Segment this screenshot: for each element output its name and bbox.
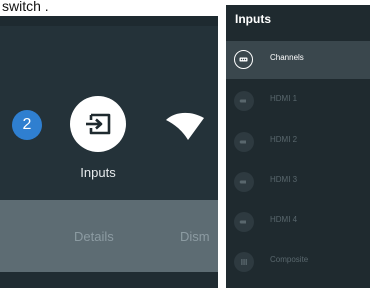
composite-icon xyxy=(234,252,254,272)
input-item-hdmi-2[interactable]: HDMI 2 xyxy=(226,123,370,161)
channels-icon xyxy=(234,50,253,69)
input-item-channels[interactable]: Channels xyxy=(226,41,370,79)
app-logo-icon xyxy=(166,112,204,140)
hdmi-icon xyxy=(234,91,254,111)
input-item-hdmi-4[interactable]: HDMI 4 xyxy=(226,203,370,241)
app-tile[interactable] xyxy=(160,100,208,148)
input-item-hdmi-3[interactable]: HDMI 3 xyxy=(226,163,370,201)
input-item-label: HDMI 2 xyxy=(270,135,298,144)
input-item-hdmi-1[interactable]: HDMI 1 xyxy=(226,82,370,120)
inputs-button[interactable] xyxy=(70,96,126,152)
input-item-label: HDMI 4 xyxy=(270,215,298,224)
input-item-label: Channels xyxy=(270,53,304,62)
inputs-label: Inputs xyxy=(80,165,116,180)
input-item-composite[interactable]: Composite xyxy=(226,243,370,281)
hdmi-icon xyxy=(234,132,254,152)
top-shade xyxy=(0,16,218,26)
input-item-label: Composite xyxy=(270,255,309,264)
hdmi-icon xyxy=(234,172,254,192)
bottom-strip xyxy=(0,272,218,288)
details-button[interactable]: Details xyxy=(74,229,114,244)
notification-badge[interactable]: 2 xyxy=(12,110,42,140)
action-bar: Details Dism xyxy=(0,200,218,272)
input-source-icon xyxy=(86,113,111,135)
input-item-label: HDMI 3 xyxy=(270,175,298,184)
caption-text: switch . xyxy=(2,0,49,14)
input-item-label: HDMI 1 xyxy=(270,94,298,103)
dismiss-button[interactable]: Dism xyxy=(180,229,210,244)
home-screen: 2 Inputs Details Dism xyxy=(0,16,218,288)
hdmi-icon xyxy=(234,212,254,232)
inputs-panel: Inputs Channels HDMI 1 HDMI 2 HDMI 3 HDM… xyxy=(226,5,370,288)
panel-title: Inputs xyxy=(235,12,271,26)
